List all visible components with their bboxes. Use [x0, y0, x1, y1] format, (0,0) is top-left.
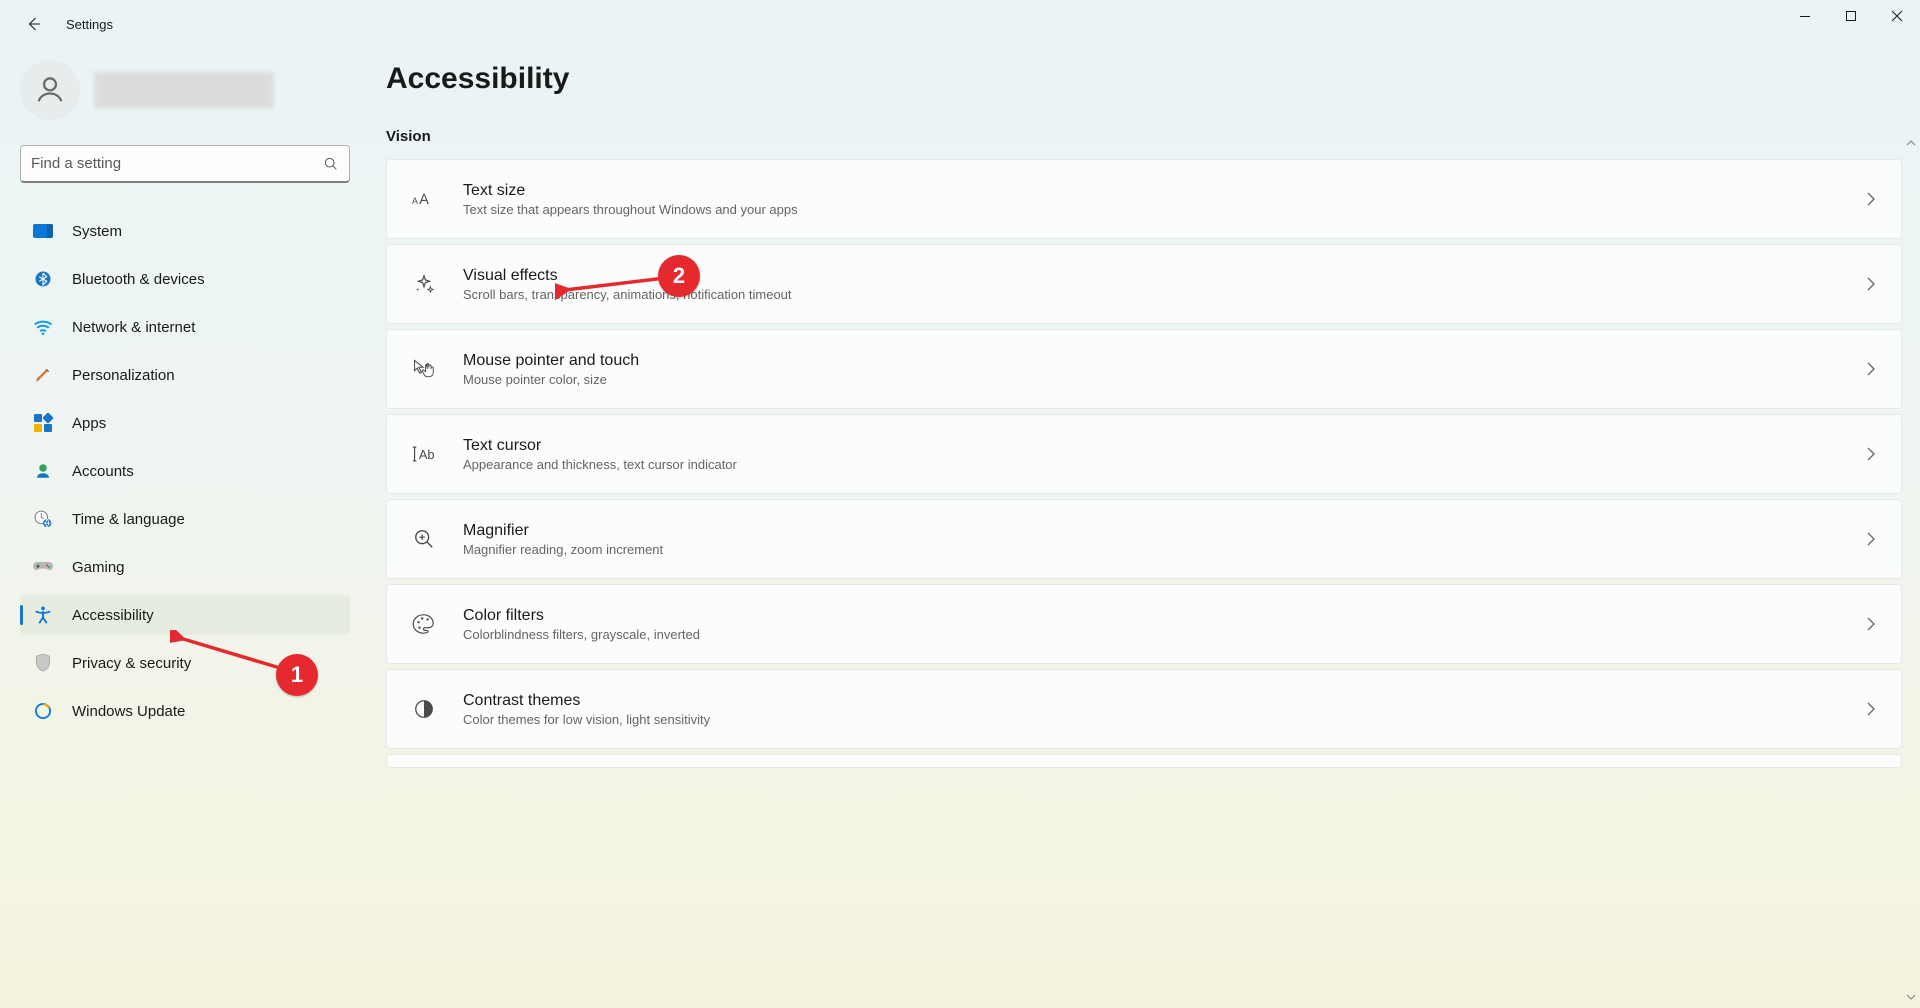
- cursor-hand-icon: [411, 356, 437, 382]
- main-content: Accessibility Vision AA Text size Text s…: [386, 62, 1902, 1008]
- search-icon: [323, 156, 339, 172]
- chevron-right-icon: [1865, 701, 1877, 717]
- section-title: Vision: [386, 128, 1902, 145]
- magnifier-icon: [411, 526, 437, 552]
- card-mouse-pointer[interactable]: Mouse pointer and touch Mouse pointer co…: [386, 329, 1902, 409]
- chevron-right-icon: [1865, 276, 1877, 292]
- sidebar-item-label: Accounts: [72, 463, 134, 480]
- clock-globe-icon: [32, 508, 54, 530]
- arrow-left-icon: [25, 15, 43, 33]
- sidebar-item-gaming[interactable]: Gaming: [20, 547, 350, 587]
- chevron-right-icon: [1865, 361, 1877, 377]
- paintbrush-icon: [32, 364, 54, 386]
- text-cursor-icon: Ab: [411, 441, 437, 467]
- sidebar-item-label: Accessibility: [72, 607, 154, 624]
- card-title: Contrast themes: [463, 692, 1865, 710]
- card-partial-next[interactable]: [386, 754, 1902, 768]
- sidebar-item-accounts[interactable]: Accounts: [20, 451, 350, 491]
- card-desc: Appearance and thickness, text cursor in…: [463, 457, 1865, 472]
- shield-icon: [32, 652, 54, 674]
- chevron-right-icon: [1865, 531, 1877, 547]
- palette-icon: [411, 611, 437, 637]
- gamepad-icon: [32, 556, 54, 578]
- card-desc: Mouse pointer color, size: [463, 372, 1865, 387]
- maximize-icon: [1845, 10, 1857, 22]
- card-desc: Color themes for low vision, light sensi…: [463, 712, 1865, 727]
- titlebar: Settings: [0, 0, 1920, 48]
- card-title: Text size: [463, 182, 1865, 200]
- bluetooth-icon: [32, 268, 54, 290]
- app-title: Settings: [66, 17, 113, 32]
- sidebar-item-system[interactable]: System: [20, 211, 350, 251]
- sidebar-item-label: Apps: [72, 415, 106, 432]
- sparkle-icon: [411, 271, 437, 297]
- sidebar-item-accessibility[interactable]: Accessibility: [20, 595, 350, 635]
- accessibility-icon: [32, 604, 54, 626]
- apps-icon: [32, 412, 54, 434]
- scroll-up-button[interactable]: [1906, 138, 1916, 148]
- card-desc: Magnifier reading, zoom increment: [463, 542, 1865, 557]
- system-icon: [32, 220, 54, 242]
- card-title: Color filters: [463, 607, 1865, 625]
- text-size-icon: AA: [411, 186, 437, 212]
- close-icon: [1891, 10, 1903, 22]
- card-desc: Text size that appears throughout Window…: [463, 202, 1865, 217]
- card-text: Color filters Colorblindness filters, gr…: [463, 607, 1865, 642]
- back-button[interactable]: [22, 12, 46, 36]
- svg-text:Ab: Ab: [419, 447, 435, 462]
- sidebar-item-label: Network & internet: [72, 319, 195, 336]
- search-input[interactable]: [31, 155, 323, 172]
- card-text: Contrast themes Color themes for low vis…: [463, 692, 1865, 727]
- card-text: Magnifier Magnifier reading, zoom increm…: [463, 522, 1865, 557]
- person-icon: [33, 73, 67, 107]
- card-text-size[interactable]: AA Text size Text size that appears thro…: [386, 159, 1902, 239]
- chevron-right-icon: [1865, 616, 1877, 632]
- card-title: Mouse pointer and touch: [463, 352, 1865, 370]
- sidebar-item-label: Windows Update: [72, 703, 185, 720]
- card-title: Text cursor: [463, 437, 1865, 455]
- annotation-arrow-1: [170, 630, 290, 680]
- card-title: Magnifier: [463, 522, 1865, 540]
- contrast-icon: [411, 696, 437, 722]
- window-controls: [1782, 0, 1920, 32]
- card-desc: Colorblindness filters, grayscale, inver…: [463, 627, 1865, 642]
- chevron-right-icon: [1865, 191, 1877, 207]
- annotation-arrow-2: [555, 270, 675, 300]
- close-button[interactable]: [1874, 0, 1920, 32]
- account-row[interactable]: [20, 55, 370, 125]
- svg-text:A: A: [412, 196, 418, 206]
- avatar: [20, 60, 80, 120]
- card-contrast-themes[interactable]: Contrast themes Color themes for low vis…: [386, 669, 1902, 749]
- sidebar-item-time-language[interactable]: Time & language: [20, 499, 350, 539]
- chevron-right-icon: [1865, 446, 1877, 462]
- card-text: Mouse pointer and touch Mouse pointer co…: [463, 352, 1865, 387]
- sidebar-item-windows-update[interactable]: Windows Update: [20, 691, 350, 731]
- sidebar-item-label: System: [72, 223, 122, 240]
- sidebar-item-label: Time & language: [72, 511, 185, 528]
- settings-cards: AA Text size Text size that appears thro…: [386, 159, 1902, 768]
- minimize-icon: [1799, 10, 1811, 22]
- minimize-button[interactable]: [1782, 0, 1828, 32]
- page-title: Accessibility: [386, 62, 1902, 96]
- sidebar-item-apps[interactable]: Apps: [20, 403, 350, 443]
- card-text: Text cursor Appearance and thickness, te…: [463, 437, 1865, 472]
- sidebar-item-network[interactable]: Network & internet: [20, 307, 350, 347]
- card-magnifier[interactable]: Magnifier Magnifier reading, zoom increm…: [386, 499, 1902, 579]
- card-text-cursor[interactable]: Ab Text cursor Appearance and thickness,…: [386, 414, 1902, 494]
- account-icon: [32, 460, 54, 482]
- maximize-button[interactable]: [1828, 0, 1874, 32]
- update-icon: [32, 700, 54, 722]
- wifi-icon: [32, 316, 54, 338]
- sidebar-item-label: Bluetooth & devices: [72, 271, 205, 288]
- sidebar-item-label: Personalization: [72, 367, 175, 384]
- sidebar-item-bluetooth[interactable]: Bluetooth & devices: [20, 259, 350, 299]
- card-color-filters[interactable]: Color filters Colorblindness filters, gr…: [386, 584, 1902, 664]
- sidebar-item-personalization[interactable]: Personalization: [20, 355, 350, 395]
- sidebar-item-label: Gaming: [72, 559, 125, 576]
- username-redacted: [94, 72, 274, 108]
- scroll-down-button[interactable]: [1906, 992, 1916, 1002]
- svg-text:A: A: [419, 192, 429, 208]
- search-box[interactable]: [20, 145, 350, 183]
- card-text: Text size Text size that appears through…: [463, 182, 1865, 217]
